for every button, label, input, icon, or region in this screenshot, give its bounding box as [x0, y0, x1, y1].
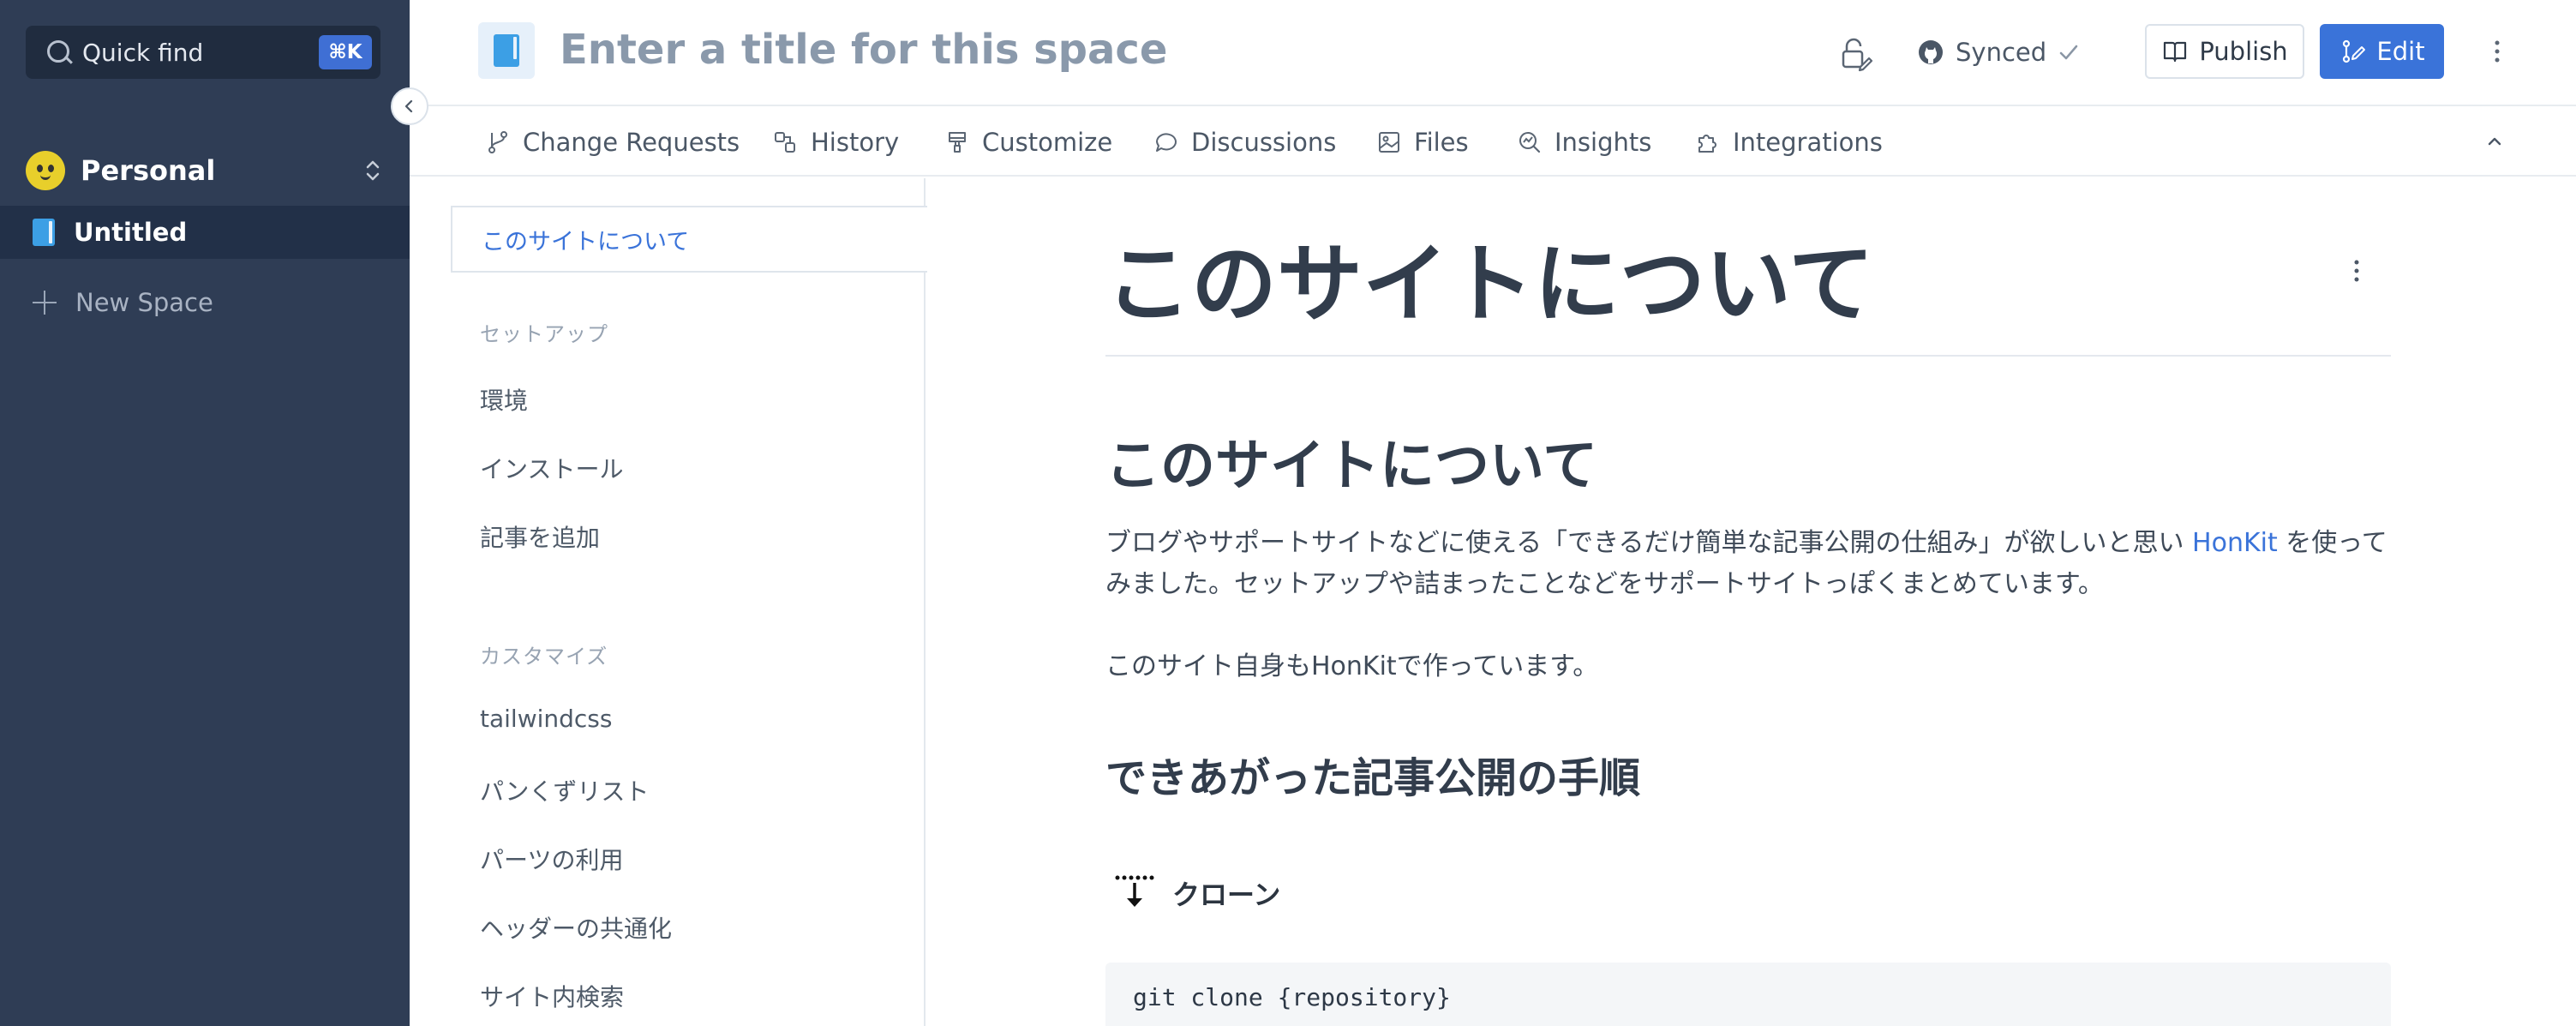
- git-sync-status[interactable]: Synced: [1918, 31, 2081, 74]
- toc-section-title: セットアップ: [480, 322, 608, 346]
- toc-item[interactable]: 記事を追加: [480, 519, 600, 554]
- chevron-up-down-icon[interactable]: [360, 158, 386, 183]
- org-avatar: [26, 151, 65, 190]
- space-tabs: Change Requests History Customize Discus…: [410, 108, 2576, 177]
- plus-icon: [33, 291, 57, 315]
- intro-paragraph: ブログやサポートサイトなどに使える「できるだけ簡単な記事公開の仕組み」が欲しいと…: [1105, 528, 2387, 599]
- chevron-left-icon: [404, 99, 413, 113]
- github-icon: [1919, 40, 1943, 64]
- toc-item[interactable]: tailwindcss: [480, 705, 612, 733]
- edit-label: Edit: [2376, 37, 2425, 66]
- org-switcher[interactable]: Personal: [26, 151, 386, 190]
- new-space-label: New Space: [75, 288, 213, 317]
- tab-label: History: [811, 128, 900, 157]
- code-block[interactable]: git clone {repository}: [1105, 963, 2391, 1026]
- toc-item[interactable]: サイト内検索: [480, 979, 624, 1013]
- more-options-icon[interactable]: [2482, 36, 2513, 67]
- space-name: Untitled: [74, 218, 188, 247]
- check-icon: [2059, 45, 2078, 60]
- book-icon: [494, 34, 519, 67]
- brush-icon: [949, 132, 966, 153]
- sidebar: Quick find ⌘K Personal Untitled New Spac…: [0, 0, 410, 1026]
- heading-1: このサイトについて: [1105, 435, 1598, 498]
- open-book-icon: [2164, 41, 2187, 63]
- toc-item[interactable]: パンくずリスト: [480, 773, 649, 807]
- table-of-contents: このサイトについて セットアップ 環境 インストール 記事を追加 カスタマイズ …: [410, 178, 927, 1026]
- lock-edit-icon[interactable]: [1836, 34, 1874, 72]
- sidebar-item-untitled-space[interactable]: Untitled: [0, 206, 410, 259]
- page-options-icon[interactable]: [2341, 255, 2372, 286]
- synced-label: Synced: [1956, 38, 2047, 67]
- step-label: クローン: [1172, 879, 1281, 911]
- toc-item[interactable]: 環境: [480, 382, 528, 417]
- tab-files[interactable]: Files: [1376, 123, 1469, 161]
- tab-insights[interactable]: Insights: [1517, 123, 1651, 161]
- step-heading: クローン: [1112, 869, 1280, 917]
- image-icon: [1379, 132, 1399, 153]
- book-icon: [33, 219, 55, 246]
- tab-label: Integrations: [1733, 128, 1883, 157]
- space-title-input[interactable]: Enter a title for this space: [560, 26, 1167, 74]
- org-name: Personal: [81, 154, 216, 187]
- toc-item[interactable]: ヘッダーの共通化: [480, 910, 672, 945]
- new-space-button[interactable]: New Space: [33, 283, 213, 322]
- tab-label: Change Requests: [523, 128, 740, 157]
- download-arrow-icon: [1115, 875, 1154, 907]
- heading-2: できあがった記事公開の手順: [1105, 754, 1641, 802]
- insights-icon: [1519, 132, 1541, 153]
- honkit-link[interactable]: HonKit: [2192, 528, 2278, 558]
- tab-label: Files: [1414, 128, 1469, 157]
- quick-find-button[interactable]: Quick find ⌘K: [26, 26, 380, 79]
- space-emoji-button[interactable]: [478, 22, 535, 79]
- tab-label: Insights: [1555, 128, 1652, 157]
- branch-icon: [488, 131, 507, 153]
- tab-customize[interactable]: Customize: [944, 123, 1112, 161]
- toc-item-active[interactable]: このサイトについて: [451, 206, 927, 273]
- toc-item[interactable]: パーツの利用: [480, 842, 623, 876]
- edit-button[interactable]: Edit: [2320, 24, 2444, 79]
- quick-find-shortcut-badge: ⌘K: [319, 35, 372, 69]
- tab-discussions[interactable]: Discussions: [1153, 123, 1336, 161]
- space-header: Enter a title for this space Synced Publ…: [410, 0, 2576, 106]
- chevron-up-icon[interactable]: [2482, 129, 2507, 154]
- tab-change-requests[interactable]: Change Requests: [485, 123, 740, 161]
- collapse-sidebar-button[interactable]: [391, 87, 428, 125]
- tab-label: Discussions: [1191, 128, 1337, 157]
- publish-label: Publish: [2199, 37, 2288, 66]
- history-icon: [775, 132, 795, 153]
- chat-icon: [1156, 133, 1177, 152]
- toc-item[interactable]: インストール: [480, 451, 623, 485]
- tab-label: Customize: [982, 128, 1113, 157]
- branch-edit-icon: [2343, 39, 2366, 63]
- page-title[interactable]: このサイトについて: [1105, 214, 1874, 339]
- toc-section-title: カスタマイズ: [480, 645, 608, 669]
- title-divider: [1105, 355, 2391, 357]
- publish-button[interactable]: Publish: [2145, 24, 2304, 79]
- tab-integrations[interactable]: Integrations: [1695, 123, 1883, 161]
- search-icon: [45, 38, 74, 67]
- quick-find-label: Quick find: [82, 38, 204, 67]
- tab-history[interactable]: History: [773, 123, 899, 161]
- paragraph: このサイト自身もHonKitで作っています。: [1105, 651, 1599, 681]
- puzzle-icon: [1698, 135, 1716, 153]
